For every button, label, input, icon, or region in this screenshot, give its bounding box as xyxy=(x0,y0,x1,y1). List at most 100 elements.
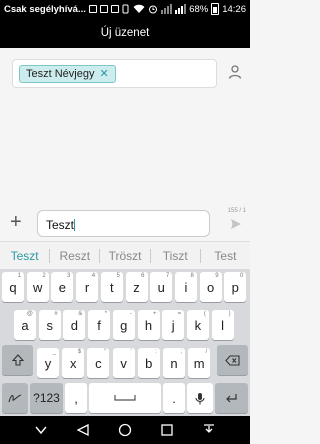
enter-key[interactable] xyxy=(215,383,248,413)
letter-key[interactable]: 8i xyxy=(174,272,197,302)
key-label: b xyxy=(145,355,153,371)
recipient-chip[interactable]: Teszt Névjegy ✕ xyxy=(19,65,116,83)
recipient-chip-label: Teszt Névjegy xyxy=(26,68,95,80)
key-label: a xyxy=(21,317,29,333)
key-hint: ' xyxy=(130,349,132,355)
suggestion-bar: Teszt Reszt Tröszt Tiszt Test xyxy=(0,241,250,269)
backspace-icon xyxy=(225,354,240,366)
letter-key[interactable]: ) l xyxy=(211,310,234,340)
key-hint: 4 xyxy=(91,273,96,279)
alarm-icon xyxy=(149,5,158,14)
numbers-key[interactable]: ?123 xyxy=(30,383,63,413)
letter-key[interactable]: 6z xyxy=(125,272,148,302)
photo-notification-icon xyxy=(110,5,119,13)
message-thread-area xyxy=(0,96,250,205)
suggestion-item[interactable]: Tiszt xyxy=(151,249,200,263)
navigation-bar xyxy=(0,416,250,444)
key-hint: ( xyxy=(203,311,206,317)
key-label: d xyxy=(70,317,78,333)
key-label: c xyxy=(95,355,102,371)
letter-key[interactable]: 4r xyxy=(76,272,99,302)
letter-key[interactable]: + h xyxy=(137,310,160,340)
letter-key[interactable]: 2w xyxy=(26,272,49,302)
backspace-key[interactable] xyxy=(217,345,248,375)
letter-key[interactable]: 7u xyxy=(150,272,173,302)
key-hint: = xyxy=(177,311,182,317)
key-label: y xyxy=(44,355,52,371)
image-notification-icon xyxy=(99,5,108,13)
battery-percent: 68% xyxy=(189,3,209,15)
wifi-icon xyxy=(133,4,145,13)
add-contact-icon[interactable] xyxy=(227,64,243,80)
key-label: s xyxy=(46,317,53,333)
key-label: w xyxy=(32,279,43,295)
suggestion-item[interactable]: Test xyxy=(201,249,250,263)
shift-icon xyxy=(11,354,24,366)
key-hint: 3 xyxy=(67,273,71,279)
comma-key[interactable]: , xyxy=(65,383,87,413)
letter-key[interactable]: 0p xyxy=(224,272,247,302)
keyboard: ?123 , . 1 q 2 w 3 e 4 r 5 t 6 z 7 u 8 i 9 o 0 p @ a # s & d * f - g +… xyxy=(0,269,250,416)
key-label: e xyxy=(58,279,66,295)
clock: 14:26 xyxy=(222,3,246,15)
letter-key[interactable]: _ y xyxy=(37,348,59,378)
key-hint: - xyxy=(129,311,132,317)
letter-key[interactable]: / m xyxy=(188,348,211,378)
key-hint: " xyxy=(104,349,107,355)
recipient-field[interactable]: Teszt Névjegy ✕ xyxy=(12,59,217,88)
message-input[interactable]: Teszt xyxy=(37,210,210,237)
suggestion-item[interactable]: Reszt xyxy=(50,249,99,263)
key-hint: 8 xyxy=(190,273,194,279)
notification-pulldown-icon[interactable] xyxy=(202,423,216,437)
handwriting-key[interactable] xyxy=(2,383,28,413)
letter-key[interactable]: $ x xyxy=(62,348,85,378)
remove-recipient-icon[interactable]: ✕ xyxy=(99,68,108,80)
vibrate-icon xyxy=(122,4,129,14)
shift-key[interactable] xyxy=(2,345,33,375)
key-hint: ) xyxy=(228,311,231,317)
key-hint: # xyxy=(54,311,58,317)
letter-key[interactable]: " c xyxy=(87,348,110,378)
key-label: z xyxy=(133,279,140,295)
send-icon[interactable] xyxy=(230,218,242,230)
suggestion-item[interactable]: Tröszt xyxy=(100,249,149,263)
key-label: v xyxy=(120,355,127,371)
letter-key[interactable]: # s xyxy=(38,310,61,340)
letter-key[interactable]: -g xyxy=(112,310,135,340)
letter-key[interactable]: = j xyxy=(162,310,185,340)
recent-apps-icon[interactable] xyxy=(160,423,174,437)
key-hint: 7 xyxy=(165,273,170,279)
signal-icon xyxy=(175,4,187,14)
key-label: j xyxy=(171,317,175,333)
letter-key[interactable]: 1q xyxy=(2,272,24,302)
space-key[interactable] xyxy=(89,383,161,413)
letter-key[interactable]: * f xyxy=(88,310,111,340)
key-label: o xyxy=(206,279,215,295)
home-icon[interactable] xyxy=(118,423,132,437)
carrier-label: Csak segélyhívá... xyxy=(4,3,86,15)
period-key[interactable]: . xyxy=(163,383,185,413)
key-label: t xyxy=(109,279,114,295)
letter-key[interactable]: (k xyxy=(186,310,209,340)
back-icon[interactable] xyxy=(76,423,90,437)
voice-input-key[interactable] xyxy=(187,383,213,413)
suggestion-item[interactable]: Teszt xyxy=(0,249,49,263)
space-icon xyxy=(114,395,136,401)
letter-key[interactable]: 3e xyxy=(51,272,74,302)
letter-key[interactable]: & d xyxy=(63,310,86,340)
hide-keyboard-icon[interactable] xyxy=(34,425,48,435)
letter-key[interactable]: @ a xyxy=(14,310,36,340)
key-hint: 6 xyxy=(141,273,145,279)
character-counter: 155 / 1 xyxy=(227,208,246,214)
title-bar: Új üzenet xyxy=(0,18,250,48)
key-label: g xyxy=(120,317,128,333)
letter-key[interactable]: 9o xyxy=(199,272,222,302)
letter-key[interactable]: ; n xyxy=(163,348,185,378)
text-cursor xyxy=(74,219,76,231)
letter-key[interactable]: :b xyxy=(137,348,160,378)
letter-key[interactable]: 5t xyxy=(100,272,123,302)
handwriting-icon xyxy=(8,394,22,403)
add-attachment-icon[interactable]: + xyxy=(10,212,22,232)
microphone-icon xyxy=(195,392,205,404)
letter-key[interactable]: ' v xyxy=(112,348,135,378)
